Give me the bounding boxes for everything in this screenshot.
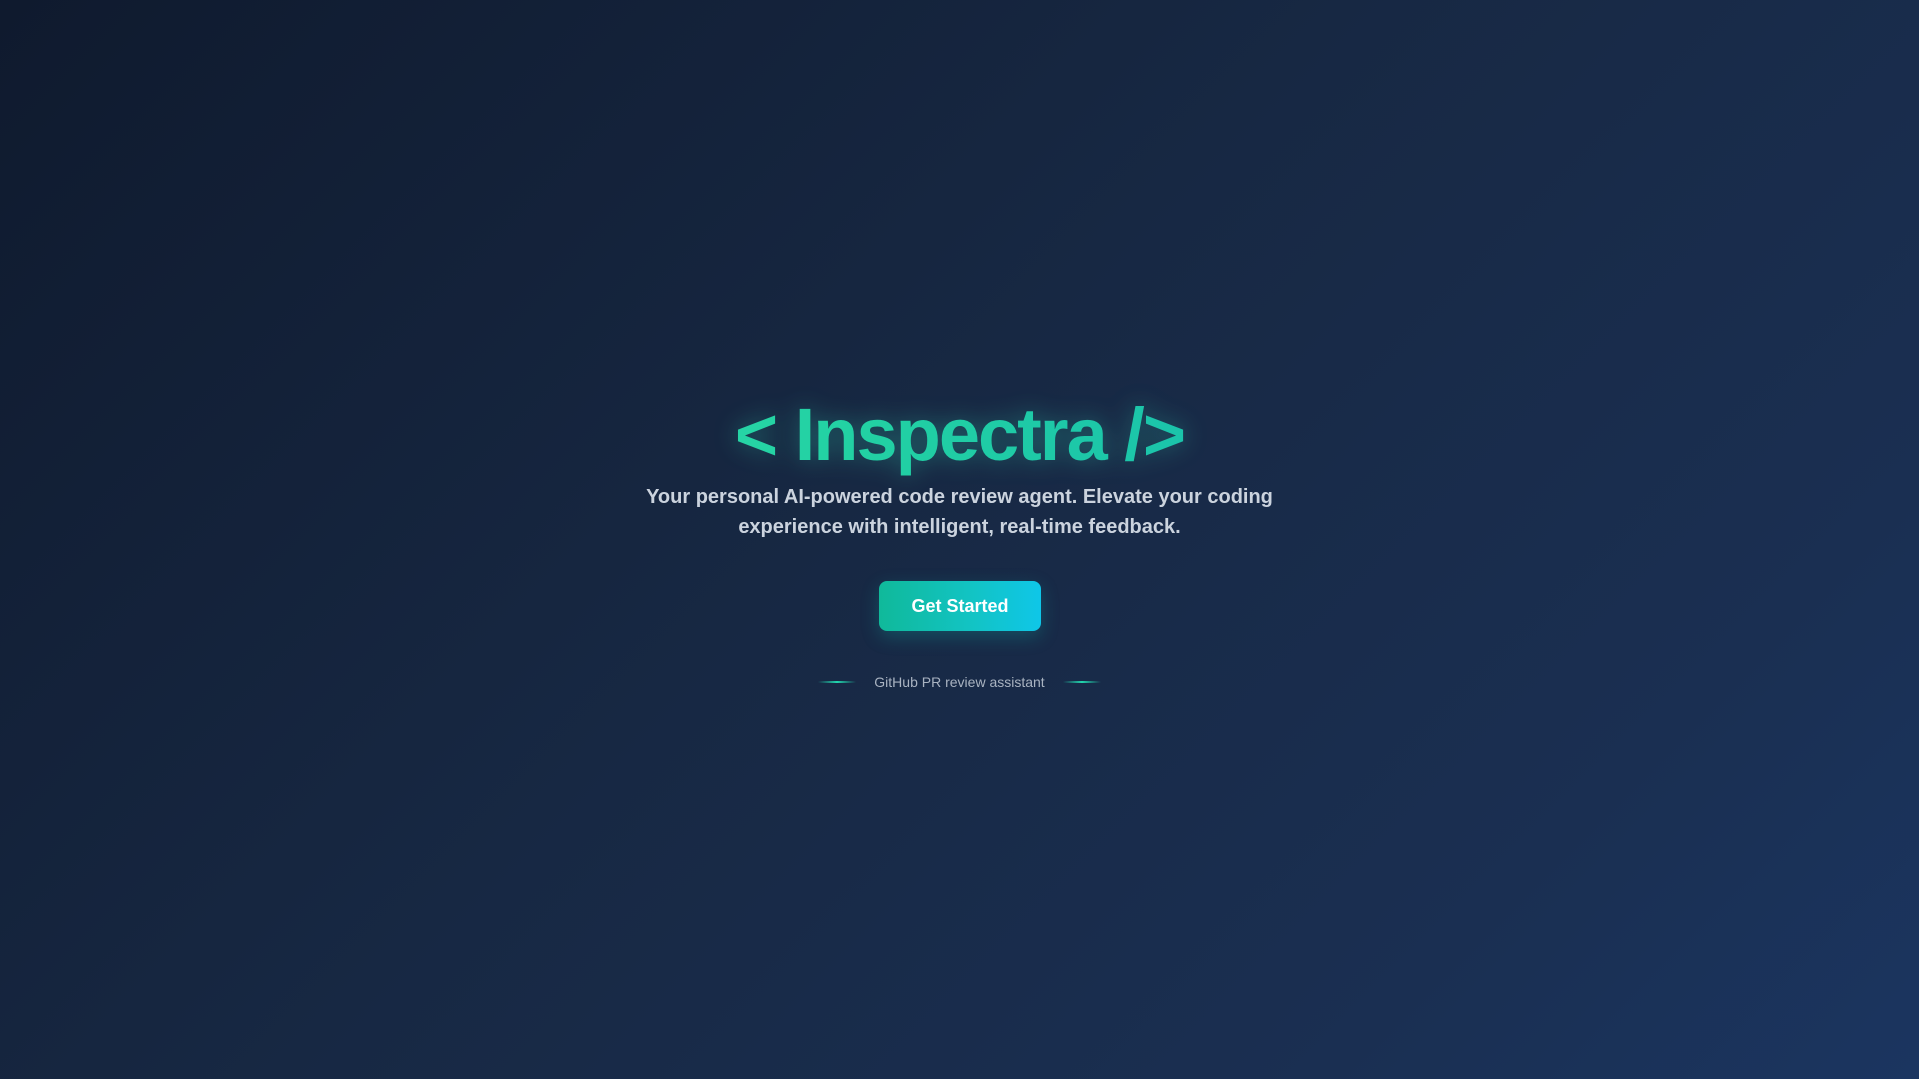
tagline-row: GitHub PR review assistant: [0, 672, 1919, 692]
tagline-right-divider: [1062, 681, 1101, 683]
hero-subtitle-line-1: Your personal AI-powered code review age…: [646, 486, 1273, 508]
tagline-text: GitHub PR review assistant: [874, 674, 1045, 690]
get-started-button[interactable]: Get Started: [879, 581, 1041, 631]
app-title-text: < Inspectra />: [734, 393, 1185, 476]
hero-subtitle-line-2: experience with intelligent, real-time f…: [738, 516, 1181, 538]
hero-subtitle: Your personal AI-powered code review age…: [0, 482, 1919, 542]
hero-section: < Inspectra /> Your personal AI-powered …: [0, 0, 1919, 1079]
tagline-left-divider: [818, 681, 857, 683]
app-title: < Inspectra />: [0, 390, 1919, 480]
